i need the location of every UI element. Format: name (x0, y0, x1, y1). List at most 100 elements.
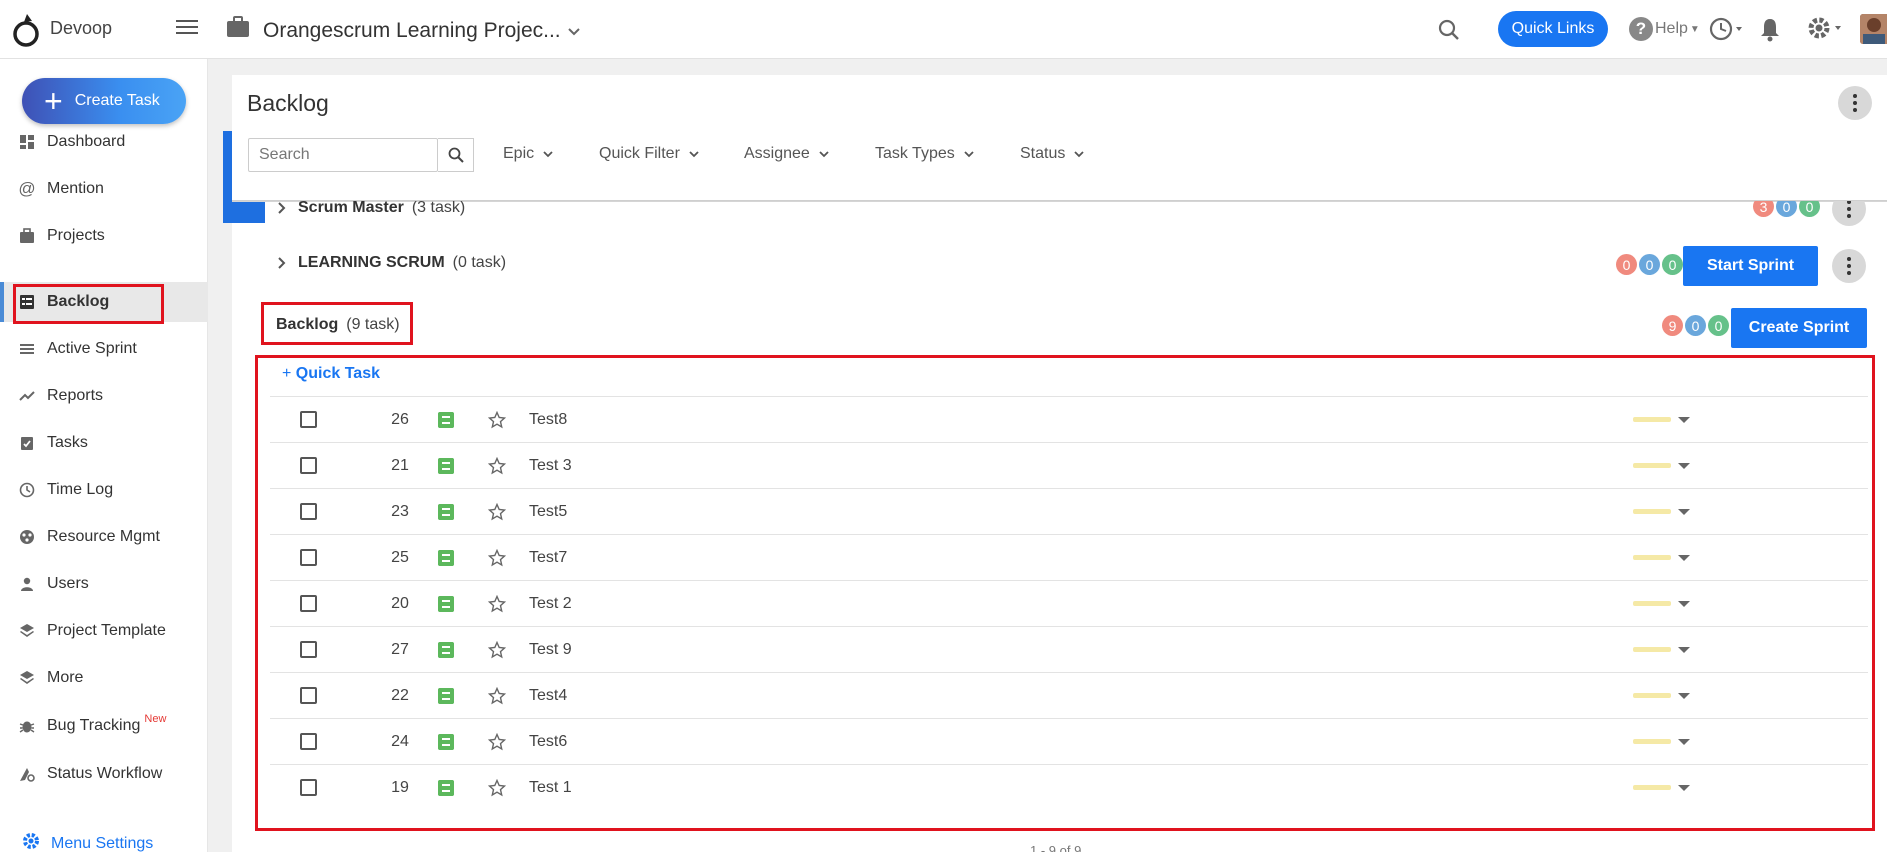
devoop-logo-icon[interactable] (12, 12, 44, 48)
task-checkbox[interactable] (300, 503, 317, 520)
task-row[interactable]: 21 Test 3 (270, 442, 1868, 488)
create-task-button[interactable]: + Create Task (22, 78, 186, 124)
count-badge: 0 (1708, 315, 1729, 336)
star-icon[interactable] (488, 456, 506, 475)
star-icon[interactable] (488, 410, 506, 429)
star-icon[interactable] (488, 502, 506, 521)
sidebar-item-projects[interactable]: Projects (0, 216, 208, 256)
caret-down-icon[interactable] (1678, 462, 1690, 469)
task-row[interactable]: 24 Test6 (270, 718, 1868, 764)
task-checkbox[interactable] (300, 687, 317, 704)
search-button[interactable] (438, 138, 474, 172)
at-icon: @ (18, 179, 36, 198)
sidebar-item-resource-mgmt[interactable]: Resource Mgmt (0, 517, 208, 557)
chevron-down-icon[interactable] (566, 24, 582, 40)
sidebar-item-users[interactable]: Users (0, 564, 208, 604)
sidebar-item-active-sprint[interactable]: Active Sprint (0, 329, 208, 369)
task-row[interactable]: 22 Test4 (270, 672, 1868, 718)
task-row[interactable]: 27 Test 9 (270, 626, 1868, 672)
task-name[interactable]: Test7 (529, 549, 567, 567)
sprint-name-scrum-master[interactable]: Scrum Master (3 task) (298, 199, 465, 217)
sprint-more-options-icon[interactable] (1832, 249, 1866, 283)
task-id: 23 (391, 502, 409, 520)
task-row[interactable]: 26 Test8 (270, 396, 1868, 442)
sidebar-item-label: Dashboard (47, 133, 126, 150)
clock-icon[interactable] (1708, 16, 1748, 42)
gear-icon[interactable] (1806, 14, 1846, 42)
sidebar-item-time-log[interactable]: Time Log (0, 470, 208, 510)
task-row[interactable]: 25 Test7 (270, 534, 1868, 580)
filter-assignee[interactable]: Assignee (744, 145, 830, 163)
quick-links-button[interactable]: Quick Links (1498, 11, 1608, 47)
project-title[interactable]: Orangescrum Learning Projec... (263, 19, 561, 43)
backlog-task-count: (9 task) (346, 316, 400, 333)
sidebar-item-backlog[interactable]: Backlog (0, 282, 208, 322)
task-name[interactable]: Test4 (529, 687, 567, 705)
filter-epic[interactable]: Epic (503, 145, 554, 163)
task-checkbox[interactable] (300, 733, 317, 750)
task-checkbox[interactable] (300, 641, 317, 658)
sidebar-item-tasks[interactable]: Tasks (0, 423, 208, 463)
task-checkbox[interactable] (300, 549, 317, 566)
filter-quick-filter[interactable]: Quick Filter (599, 145, 700, 163)
task-type-icon (438, 687, 454, 704)
caret-down-icon[interactable] (1678, 692, 1690, 699)
task-name[interactable]: Test 9 (529, 641, 572, 659)
create-sprint-button[interactable]: Create Sprint (1731, 308, 1867, 348)
filter-label: Status (1020, 145, 1066, 162)
search-input[interactable] (248, 138, 438, 172)
sidebar-item-dashboard[interactable]: Dashboard (0, 122, 208, 162)
filter-status[interactable]: Status (1020, 145, 1085, 163)
task-name[interactable]: Test8 (529, 411, 567, 429)
star-icon[interactable] (488, 778, 506, 797)
task-name[interactable]: Test 1 (529, 779, 572, 797)
caret-down-icon[interactable] (1678, 416, 1690, 423)
quick-task-link[interactable]: + Quick Task (282, 365, 380, 383)
sidebar-item-status-workflow[interactable]: Status Workflow (0, 754, 208, 794)
sidebar-item-reports[interactable]: Reports (0, 376, 208, 416)
sidebar-item-project-template[interactable]: Project Template (0, 611, 208, 651)
chevron-right-icon[interactable] (275, 256, 289, 270)
sidebar-item-more[interactable]: More (0, 658, 208, 698)
task-name[interactable]: Test 3 (529, 457, 572, 475)
filter-task-types[interactable]: Task Types (875, 145, 975, 163)
task-row[interactable]: 20 Test 2 (270, 580, 1868, 626)
sprint-name-learning-scrum[interactable]: LEARNING SCRUM (0 task) (298, 254, 506, 272)
star-icon[interactable] (488, 732, 506, 751)
bell-icon[interactable] (1758, 16, 1782, 42)
caret-down-icon[interactable] (1678, 784, 1690, 791)
task-checkbox[interactable] (300, 779, 317, 796)
task-row[interactable]: 23 Test5 (270, 488, 1868, 534)
help-menu[interactable]: ? Help ▼ (1629, 16, 1700, 42)
task-name[interactable]: Test6 (529, 733, 567, 751)
caret-down-icon[interactable] (1678, 600, 1690, 607)
quick-task-label: Quick Task (295, 365, 380, 382)
sidebar-item-mention[interactable]: @ Mention (0, 169, 208, 209)
sidebar-item-bug-tracking[interactable]: Bug Tracking New (0, 706, 208, 746)
chevron-down-icon (1074, 151, 1084, 158)
chevron-right-icon[interactable] (275, 201, 289, 215)
sprint-name-label: LEARNING SCRUM (298, 254, 445, 271)
menu-settings-label: Menu Settings (51, 834, 154, 852)
user-avatar[interactable] (1860, 14, 1887, 44)
star-icon[interactable] (488, 548, 506, 567)
star-icon[interactable] (488, 686, 506, 705)
task-checkbox[interactable] (300, 457, 317, 474)
page-more-options-icon[interactable] (1838, 86, 1872, 120)
task-checkbox[interactable] (300, 595, 317, 612)
menu-settings-link[interactable]: Menu Settings (22, 832, 153, 852)
search-icon[interactable] (1437, 18, 1461, 42)
hamburger-menu-icon[interactable] (176, 20, 198, 38)
task-checkbox[interactable] (300, 411, 317, 428)
star-icon[interactable] (488, 640, 506, 659)
caret-down-icon[interactable] (1678, 646, 1690, 653)
caret-down-icon[interactable] (1678, 508, 1690, 515)
caret-down-icon[interactable] (1678, 738, 1690, 745)
star-icon[interactable] (488, 594, 506, 613)
task-name[interactable]: Test 2 (529, 595, 572, 613)
caret-down-icon[interactable] (1678, 554, 1690, 561)
task-name[interactable]: Test5 (529, 503, 567, 521)
start-sprint-button[interactable]: Start Sprint (1683, 246, 1818, 286)
task-row[interactable]: 19 Test 1 (270, 764, 1868, 810)
sprint-task-count: (0 task) (452, 254, 507, 271)
